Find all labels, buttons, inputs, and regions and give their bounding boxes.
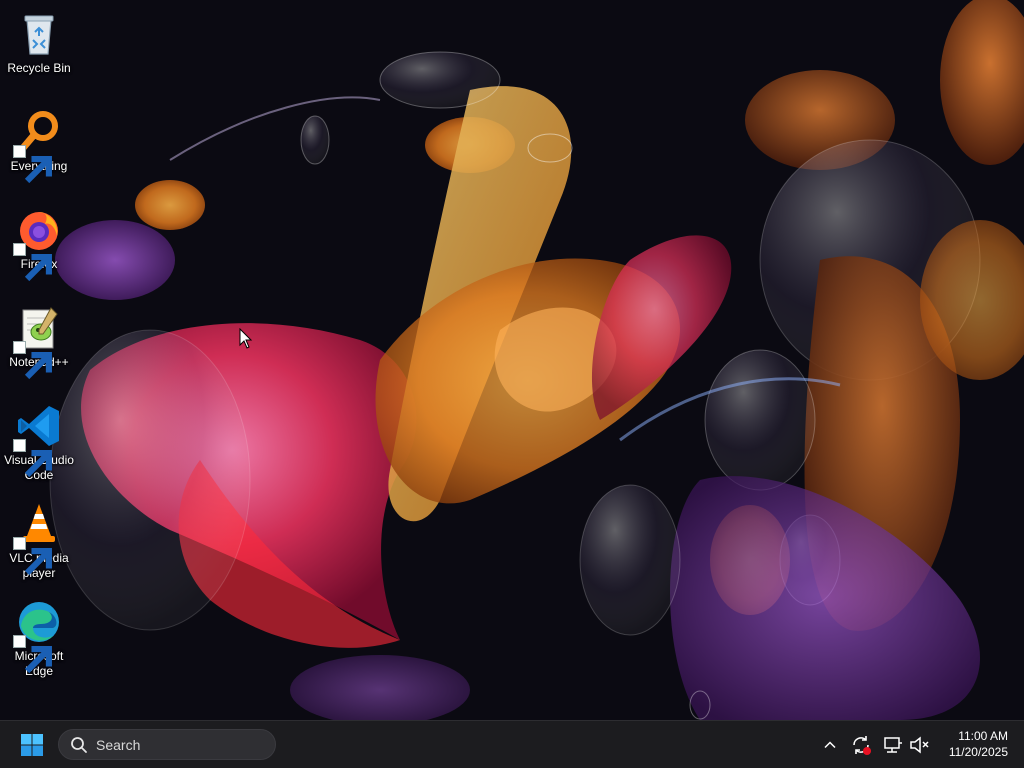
network-icon — [884, 737, 902, 753]
recycle-bin-icon — [15, 10, 63, 58]
speaker-muted-icon — [910, 736, 929, 754]
sync-icon — [853, 736, 871, 755]
taskbar-clock[interactable]: 11:00 AM 11/20/2025 — [928, 728, 1008, 760]
desktop-icon-notepad-plus-plus[interactable]: Notepad++ — [2, 298, 76, 390]
tray-network-button[interactable] — [881, 733, 905, 757]
chevron-up-icon — [824, 741, 836, 749]
firefox-icon — [13, 206, 63, 282]
shortcut-arrow-icon — [13, 537, 52, 576]
shortcut-arrow-icon — [13, 635, 52, 674]
tray-sync-button[interactable] — [849, 733, 873, 757]
desktop: Recycle Bin Everything Firefox Notepad++… — [0, 0, 1024, 720]
search-icon — [71, 736, 87, 753]
desktop-icon-label: Recycle Bin — [7, 61, 71, 75]
clock-date: 11/20/2025 — [948, 745, 1008, 759]
vscode-icon — [13, 402, 63, 478]
shortcut-arrow-icon — [13, 439, 52, 478]
desktop-icon-recycle-bin[interactable]: Recycle Bin — [2, 4, 76, 96]
taskbar-search-box[interactable]: Search — [58, 729, 276, 760]
shortcut-arrow-icon — [13, 341, 52, 380]
desktop-icon-firefox[interactable]: Firefox — [2, 200, 76, 292]
taskbar: Search 11:00 AM 11/20/2025 — [0, 720, 1024, 768]
edge-icon — [13, 598, 63, 674]
desktop-icon-vscode[interactable]: Visual Studio Code — [2, 396, 76, 488]
everything-search-icon — [13, 108, 63, 184]
wallpaper — [0, 0, 1024, 720]
clock-time: 11:00 AM — [958, 729, 1008, 743]
mouse-cursor-icon — [239, 328, 253, 349]
windows-logo-icon — [21, 734, 43, 756]
desktop-icon-everything[interactable]: Everything — [2, 102, 76, 194]
notepad-plus-plus-icon — [13, 304, 63, 380]
show-hidden-icons-button[interactable] — [818, 733, 842, 757]
search-placeholder: Search — [96, 736, 141, 753]
shortcut-arrow-icon — [13, 243, 52, 282]
vlc-icon — [13, 500, 63, 576]
start-button[interactable] — [14, 729, 50, 761]
shortcut-arrow-icon — [13, 145, 52, 184]
desktop-icon-vlc[interactable]: VLC media player — [2, 494, 76, 586]
desktop-icon-edge[interactable]: Microsoft Edge — [2, 592, 76, 684]
